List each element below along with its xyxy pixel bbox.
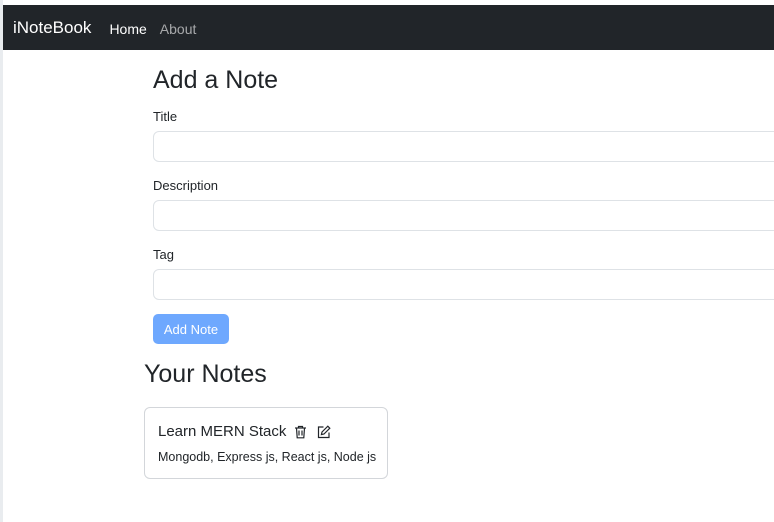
your-notes-heading: Your Notes <box>144 360 267 388</box>
title-input[interactable] <box>153 131 774 162</box>
window-left-edge <box>0 0 3 522</box>
navbar-brand[interactable]: iNoteBook <box>13 18 91 38</box>
description-input[interactable] <box>153 200 774 231</box>
note-description: Mongodb, Express js, React js, Node js <box>158 450 377 464</box>
tag-input[interactable] <box>153 269 774 300</box>
navbar: iNoteBook Home About <box>3 5 774 50</box>
note-card-header: Learn MERN Stack <box>158 422 332 442</box>
description-label: Description <box>153 178 219 193</box>
title-label: Title <box>153 109 178 124</box>
tag-label: Tag <box>153 247 174 262</box>
note-title: Learn MERN Stack <box>158 423 287 440</box>
trash-icon[interactable] <box>292 424 308 440</box>
edit-icon[interactable] <box>316 424 332 440</box>
nav-link-about[interactable]: About <box>160 19 197 39</box>
nav-link-home[interactable]: Home <box>109 19 146 39</box>
add-note-heading: Add a Note <box>153 66 279 94</box>
add-note-button[interactable]: Add Note <box>153 314 229 344</box>
note-card: Learn MERN Stack Mongodb, Express js, Re… <box>144 407 388 479</box>
